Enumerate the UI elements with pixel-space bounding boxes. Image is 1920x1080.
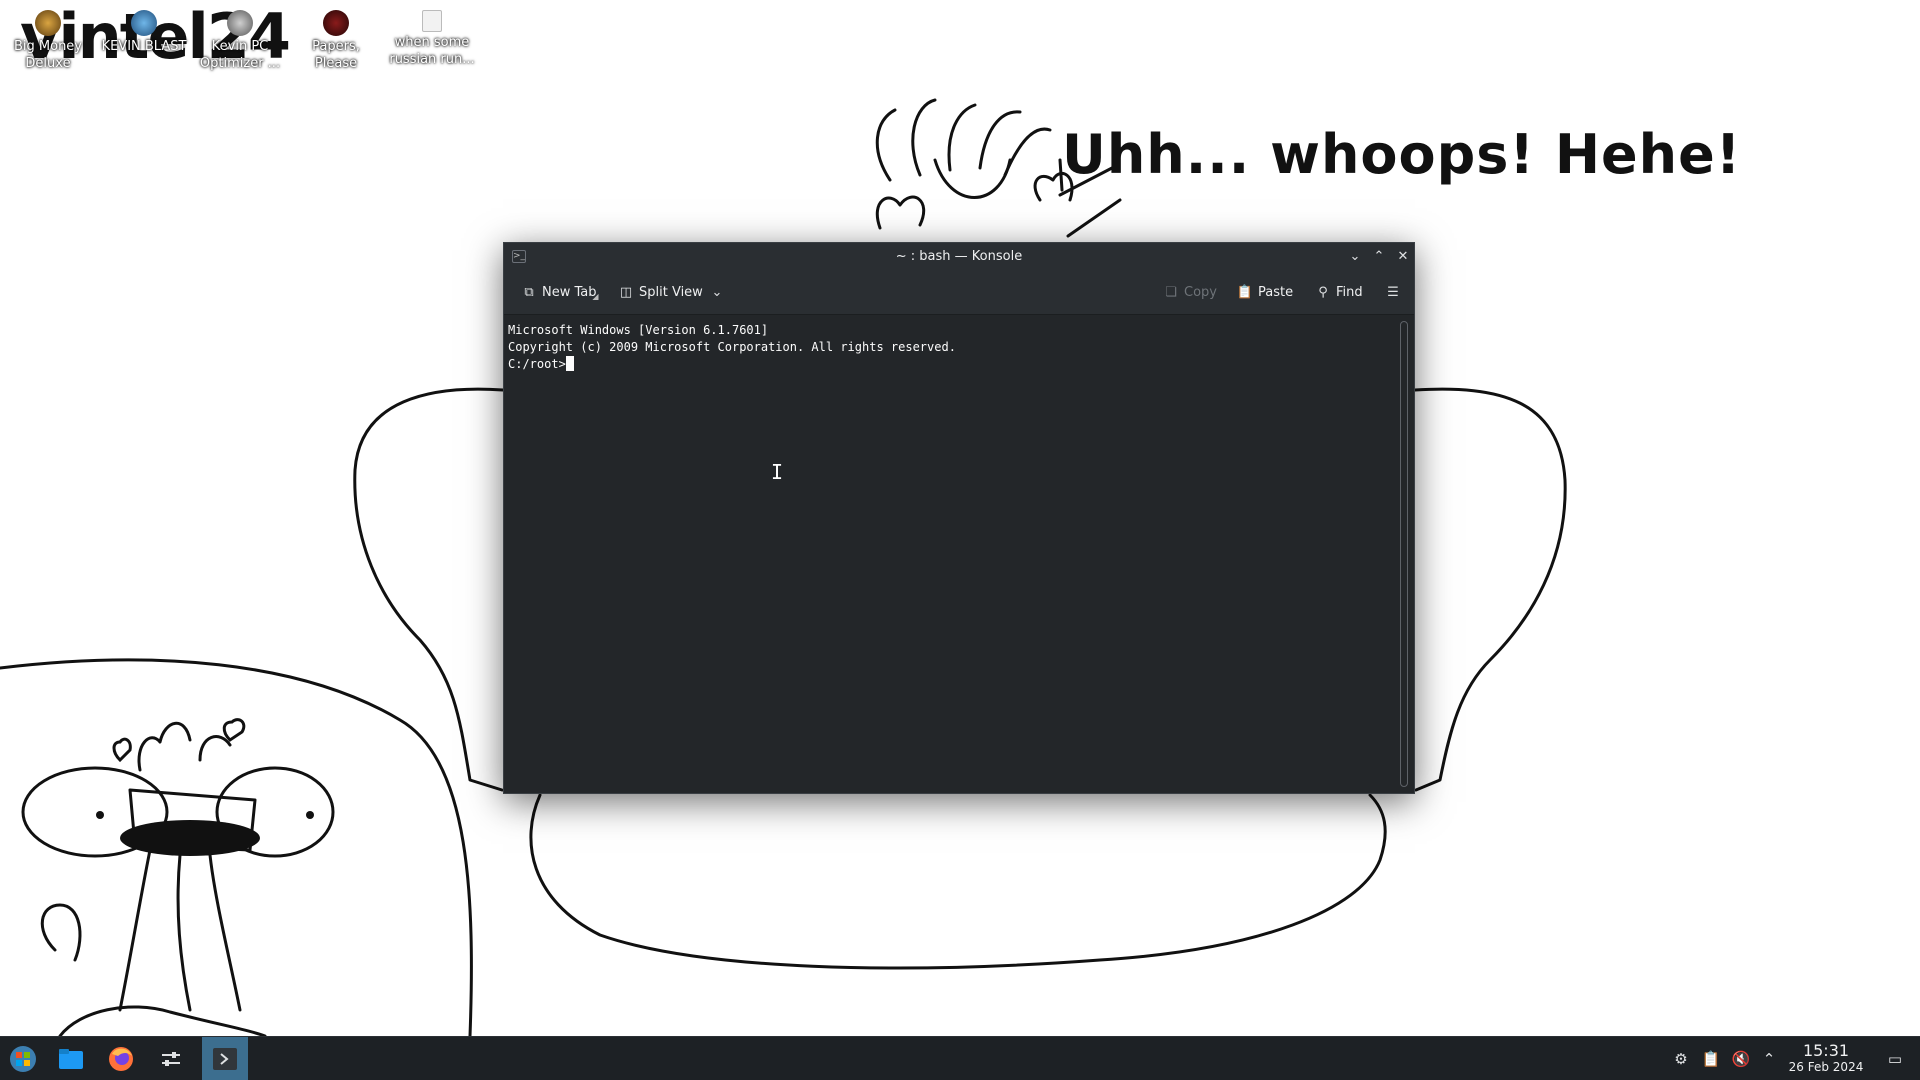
minimize-button[interactable]: ⌄: [1346, 248, 1364, 266]
chevron-up-icon: ⌃: [1373, 249, 1385, 264]
start-menu-button[interactable]: [0, 1037, 46, 1080]
copy-button[interactable]: ❏ Copy: [1162, 281, 1217, 305]
game-icon: [131, 10, 157, 36]
text-cursor: [565, 356, 574, 371]
find-label: Find: [1336, 285, 1363, 300]
terminal-prompt: C:/root>: [508, 357, 566, 371]
close-icon: ✕: [1397, 249, 1409, 264]
konsole-icon: [213, 1048, 237, 1070]
taskbar-firefox[interactable]: [98, 1037, 144, 1080]
settings-icon: [162, 1052, 180, 1066]
document-icon: [422, 10, 442, 32]
taskbar-file-manager[interactable]: [48, 1037, 94, 1080]
window-title: ~ : bash — Konsole: [895, 249, 1023, 264]
terminal-prompt-line: C:/root>: [508, 356, 1394, 373]
clock-time: 15:31: [1802, 1041, 1850, 1060]
desktop-icon-label: Please: [314, 56, 358, 71]
maximize-button[interactable]: ⌃: [1370, 248, 1388, 266]
volume-muted-icon[interactable]: 🔇: [1730, 1048, 1752, 1070]
new-tab-label: New Tab: [542, 285, 597, 300]
taskbar-settings[interactable]: [148, 1037, 194, 1080]
start-menu-icon: [10, 1046, 36, 1072]
desktop-icon-label: Papers,: [312, 39, 360, 54]
taskbar-konsole[interactable]: [202, 1037, 248, 1080]
new-tab-button[interactable]: ⧉ New Tab ◢: [520, 281, 598, 305]
desktop-icon-label: Optimizer ...: [199, 56, 281, 71]
search-icon: ⚲: [1318, 285, 1328, 300]
chevron-down-icon: ⌄: [1349, 249, 1361, 264]
split-view-label: Split View: [639, 285, 703, 300]
paste-label: Paste: [1258, 285, 1294, 300]
updates-icon[interactable]: ⚙: [1670, 1048, 1692, 1070]
split-view-button[interactable]: ◫ Split View: [617, 281, 703, 305]
desktop-icon-label: KEVIN BLAST: [101, 39, 187, 54]
new-tab-icon: ⧉: [524, 285, 534, 300]
file-manager-icon: [59, 1049, 83, 1069]
konsole-window[interactable]: >_ ~ : bash — Konsole ⌄ ⌃ ✕ ⧉ New Tab ◢ ◫…: [503, 242, 1415, 794]
tray-expand-icon[interactable]: ⌃: [1758, 1048, 1780, 1070]
firefox-icon: [109, 1047, 133, 1071]
copy-icon: ❏: [1165, 285, 1177, 300]
game-icon: [35, 10, 61, 36]
window-titlebar[interactable]: >_ ~ : bash — Konsole ⌄ ⌃ ✕: [504, 243, 1414, 271]
hamburger-menu-button[interactable]: ☰: [1384, 281, 1406, 305]
desktop-icon-label: Big Money: [13, 39, 82, 54]
desktop-icon-label: russian run...: [389, 52, 475, 67]
desktop-icon-label: Deluxe: [25, 56, 71, 71]
show-desktop-icon: ▭: [1887, 1050, 1903, 1068]
split-view-dropdown[interactable]: ⌄: [708, 281, 730, 305]
hamburger-menu-icon: ☰: [1387, 285, 1399, 300]
desktop-icon-kevin-blast[interactable]: KEVIN BLAST: [96, 4, 192, 55]
show-desktop-button[interactable]: ▭: [1884, 1048, 1906, 1070]
mouse-ibeam-cursor: I: [771, 460, 784, 484]
split-view-icon: ◫: [619, 285, 633, 300]
clipboard-icon[interactable]: 📋: [1700, 1048, 1722, 1070]
terminal-line: Microsoft Windows [Version 6.1.7601]: [508, 323, 769, 337]
desktop-icon-papers-please[interactable]: Papers, Please: [288, 4, 384, 72]
wallpaper-caption: Uhh... whoops! Hehe!: [1062, 123, 1742, 186]
paste-icon: 📋: [1236, 285, 1254, 300]
clock-date: 26 Feb 2024: [1788, 1060, 1864, 1074]
desktop-icon-label: when some: [394, 35, 470, 50]
terminal-output[interactable]: Microsoft Windows [Version 6.1.7601] Copy…: [504, 316, 1398, 793]
desktop-icon-big-money-deluxe[interactable]: Big Money Deluxe: [0, 4, 96, 72]
konsole-toolbar: ⧉ New Tab ◢ ◫ Split View ⌄ ❏ Copy 📋 Paste ⚲ F…: [504, 271, 1414, 315]
optimizer-icon: [227, 10, 253, 36]
clock[interactable]: 15:31 26 Feb 2024: [1778, 1041, 1874, 1075]
find-button[interactable]: ⚲ Find: [1314, 281, 1363, 305]
terminal-line: Copyright (c) 2009 Microsoft Corporation…: [508, 340, 956, 354]
paste-button[interactable]: 📋 Paste: [1236, 281, 1293, 305]
taskbar: ⚙ 📋 🔇 ⌃ 15:31 26 Feb 2024 ▭: [0, 1036, 1920, 1080]
close-button[interactable]: ✕: [1394, 248, 1412, 266]
chevron-down-icon: ⌄: [711, 285, 723, 300]
copy-label: Copy: [1184, 285, 1217, 300]
terminal-scrollbar[interactable]: [1400, 321, 1408, 787]
desktop-icon-kevin-pc-optimizer[interactable]: Kevin PC Optimizer ...: [192, 4, 288, 72]
desktop-icon-russian-run[interactable]: when some russian run...: [384, 4, 480, 68]
desktop-icon-label: Kevin PC: [211, 39, 269, 54]
new-tab-menu-indicator: ◢: [592, 292, 599, 301]
game-icon: [323, 10, 349, 36]
